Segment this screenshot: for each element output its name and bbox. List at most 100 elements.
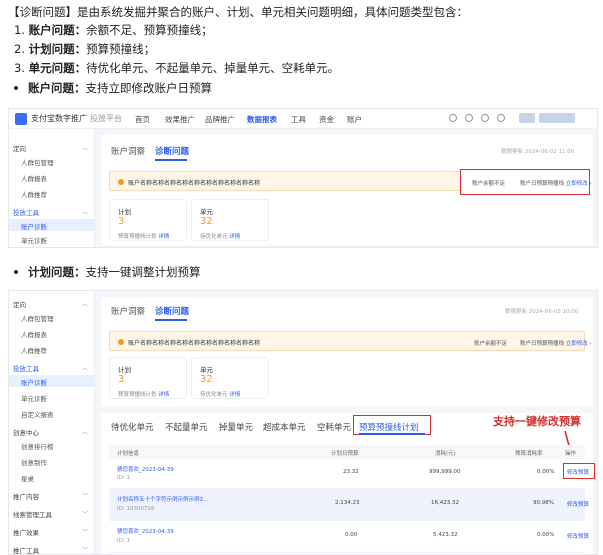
subtab-idle[interactable]: 空耗单元 (317, 421, 351, 433)
account-switcher[interactable] (539, 113, 575, 123)
plan-budget: 0.00 (345, 532, 358, 538)
data-updated-time: 数据更新 2024-06-02 10:00 (505, 309, 579, 315)
sidebar-item-creative-make[interactable]: 创意制作 (21, 457, 47, 467)
sidebar-item-audience-report[interactable]: 人群报表 (21, 329, 47, 339)
card-plans: 计划 3 预算预撞线计划 详情 (109, 357, 187, 399)
subtab-volume-drop[interactable]: 掉量单元 (219, 421, 253, 433)
tab-underline (155, 159, 187, 161)
plan-name-link[interactable]: 猜您喜欢_2023-04-39 (117, 465, 174, 473)
sidebar-item-audience-recommend[interactable]: 人群推荐 (21, 345, 47, 355)
plan-rate: 0.00% (537, 469, 555, 475)
sidebar-item-xingzhuo[interactable]: 星桌 (21, 473, 34, 483)
nav-tools[interactable]: 工具 (291, 114, 306, 125)
sidebar-item-audience-manage[interactable]: 人群包管理 (21, 157, 54, 167)
bullet-account: 账户问题：支持立即修改账户日预算 (28, 81, 212, 95)
sidebar-group-targeting[interactable]: 定向 (13, 143, 26, 153)
sidebar-item-account-diagnosis[interactable]: 账户诊断 (21, 221, 47, 231)
nav-brand-ads[interactable]: 品牌推广 (205, 114, 235, 125)
chevron-up-icon[interactable]: ︿ (82, 207, 88, 216)
plan-name-link[interactable]: 猜您喜欢_2023-04-39 (117, 527, 174, 535)
list-item-2: 2. 计划问题：预算预撞线； (14, 42, 156, 56)
sidebar-group-effect[interactable]: 推广效果 (13, 527, 39, 537)
intro-paragraph: 【诊断问题】是由系统发掘并聚合的账户、计划、单元相关问题明细，具体问题类型包含： (8, 4, 468, 20)
nav-home[interactable]: 首页 (135, 114, 150, 125)
alert-bar: 账户名称名称名称名称名称名称名称名称名称名称 账户余额不足 账户日预算预撞线 立… (109, 169, 592, 195)
refresh-icon[interactable] (465, 114, 473, 122)
chevron-down-icon[interactable]: ﹀ (82, 527, 88, 536)
modify-budget-button[interactable]: 修改预算 (567, 532, 589, 540)
screenshot-account-diagnosis: 支付宝数字推广 投放平台 首页 效果推广 品牌推广 数据报表 工具 资金 账户 定… (8, 108, 598, 248)
card-units: 单元 32 待优化单元 详情 (191, 357, 269, 399)
sidebar-group-leads[interactable]: 线索管理工具 (13, 509, 52, 519)
alert-budget-capping: 账户日预算预撞线 立即修改 › (520, 181, 592, 187)
subtab-no-volume[interactable]: 不起量单元 (165, 421, 208, 433)
sidebar-item-unit-diagnosis[interactable]: 单元诊断 (21, 393, 47, 403)
nav-funds[interactable]: 资金 (319, 114, 334, 125)
modify-budget-button[interactable]: 修改预算 (567, 500, 589, 508)
tab-diagnosis[interactable]: 诊断问题 (155, 145, 189, 157)
modify-now-link[interactable]: 立即修改 (566, 181, 588, 187)
sidebar-item-account-diagnosis[interactable]: 账户诊断 (21, 377, 47, 387)
nav-account[interactable]: 账户 (347, 114, 362, 125)
sidebar-item-audience-report[interactable]: 人群报表 (21, 173, 47, 183)
alert-bar: 账户名称名称名称名称名称名称名称名称名称名称 账户余额不足 账户日预算预撞线 立… (109, 331, 592, 351)
tab-account-insight[interactable]: 账户洞察 (111, 145, 145, 157)
list-item-3: 3. 单元问题：待优化单元、不起量单元、掉量单元、空耗单元。 (14, 61, 340, 75)
warning-icon (118, 179, 124, 185)
subtab-over-cost[interactable]: 超成本单元 (263, 421, 306, 433)
chevron-up-icon[interactable]: ︿ (82, 299, 88, 308)
sidebar-group-adtools[interactable]: 推广工具 (13, 545, 39, 554)
subtab-to-optimize[interactable]: 待优化单元 (111, 421, 154, 433)
sidebar-group-tools[interactable]: 投放工具 (13, 363, 39, 373)
notification-icon[interactable] (497, 114, 505, 122)
sidebar-item-audience-recommend[interactable]: 人群推荐 (21, 189, 47, 199)
main-panel: 账户洞察 诊断问题 数据更新 2024-06-02 11:00 账户名称名称名称… (101, 135, 593, 245)
chevron-up-icon[interactable]: ︿ (82, 363, 88, 372)
chevron-up-icon[interactable]: ︿ (82, 427, 88, 436)
download-icon[interactable] (481, 114, 489, 122)
tab-diagnosis[interactable]: 诊断问题 (155, 305, 189, 317)
sidebar-item-audience-manage[interactable]: 人群包管理 (21, 313, 54, 323)
modify-now-link[interactable]: 立即修改 (566, 341, 588, 347)
chevron-up-icon[interactable]: ︿ (82, 143, 88, 152)
units-detail-link[interactable]: 详情 (229, 392, 240, 398)
nav-reports[interactable]: 数据报表 (247, 114, 277, 125)
alert-balance-insufficient: 账户余额不足 (472, 181, 506, 187)
nav-performance-ads[interactable]: 效果推广 (165, 114, 195, 125)
sidebar-item-unit-diagnosis[interactable]: 单元诊断 (21, 235, 47, 245)
tab-account-insight[interactable]: 账户洞察 (111, 305, 145, 317)
plans-detail-link[interactable]: 详情 (158, 234, 169, 240)
sidebar: 定向 ︿ 人群包管理 人群报表 人群推荐 投放工具 ︿ 账户诊断 单元诊断 (9, 129, 95, 247)
alert-balance-insufficient: 账户余额不足 (474, 341, 508, 347)
th-plan-info: 计划信息 (117, 451, 140, 457)
chevron-down-icon[interactable]: ﹀ (82, 545, 88, 554)
table-header: 计划信息 计划日预算 消耗(元) 预算消耗率 操作 (109, 445, 585, 459)
bullet-plan: 计划问题：支持一键调整计划预算 (28, 265, 201, 279)
top-navbar: 支付宝数字推广 投放平台 首页 效果推广 品牌推广 数据报表 工具 资金 账户 (9, 109, 597, 129)
plans-detail-link[interactable]: 详情 (158, 392, 169, 398)
sidebar-item-creative-rank[interactable]: 创意排行榜 (21, 441, 54, 451)
chevron-down-icon[interactable]: ﹀ (82, 491, 88, 500)
table-row: 猜您喜欢_2023-04-39 ID: 1 23.32 999,999.00 0… (109, 459, 595, 489)
sidebar-item-custom-report[interactable]: 自定义报表 (21, 409, 54, 419)
sidebar-group-content[interactable]: 推广内容 (13, 491, 39, 501)
sidebar-group-targeting[interactable]: 定向 (13, 299, 26, 309)
plan-id: ID: 1 (117, 475, 130, 481)
th-operation: 操作 (565, 451, 577, 457)
intro-bracket: 【诊断问题】 (8, 5, 77, 19)
modify-budget-button[interactable]: 修改预算 (567, 468, 589, 476)
plan-rate: 0.00% (537, 532, 555, 538)
intro-text: 是由系统发掘并聚合的账户、计划、单元相关问题明细，具体问题类型包含： (77, 5, 468, 19)
main-panel: 账户洞察 诊断问题 数据更新 2024-06-02 10:00 账户名称名称名称… (101, 297, 593, 407)
subtab-budget-capping-plan[interactable]: 预算预撞线计划 (359, 421, 419, 433)
tab-underline (155, 319, 187, 321)
plan-cost: 999,999.00 (429, 469, 461, 475)
plan-name-link[interactable]: 计划名称五十个字符示例示例示例2... (117, 495, 208, 503)
plan-budget: 23.32 (343, 469, 359, 475)
chevron-down-icon[interactable]: ﹀ (82, 509, 88, 518)
avatar[interactable] (519, 113, 535, 123)
sidebar-group-tools[interactable]: 投放工具 (13, 207, 39, 217)
sidebar-group-creative[interactable]: 创意中心 (13, 427, 39, 437)
units-detail-link[interactable]: 详情 (229, 234, 240, 240)
help-icon[interactable] (449, 114, 457, 122)
